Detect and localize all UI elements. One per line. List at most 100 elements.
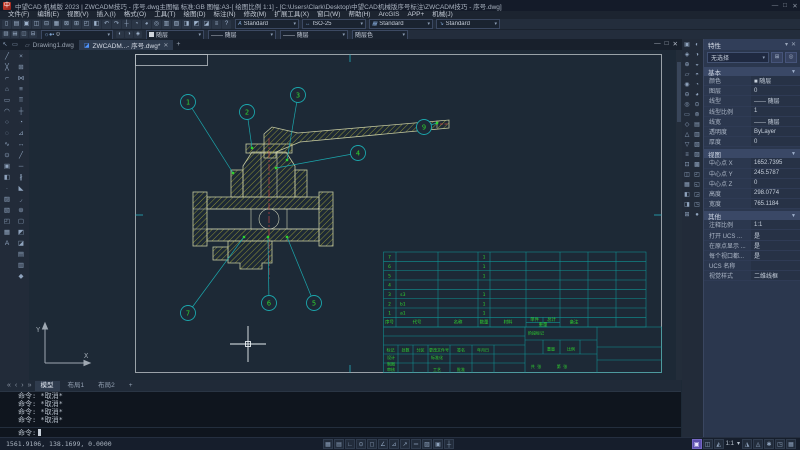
balloon-number[interactable]: 9 — [422, 124, 426, 132]
polyline-icon[interactable]: ⌐ — [2, 73, 13, 84]
paste-icon[interactable]: ◰ — [82, 20, 91, 29]
bom-item-no[interactable]: 3 — [388, 292, 391, 298]
bom-item-code[interactable]: a1 — [400, 311, 406, 317]
balloon-number[interactable]: 3 — [296, 92, 300, 100]
line-icon[interactable]: ╱ — [2, 51, 13, 62]
new-layout-button[interactable]: + — [123, 381, 139, 391]
bom-item-no[interactable]: 5 — [388, 273, 391, 279]
menu-item[interactable]: APP+ — [403, 11, 428, 19]
redo-icon[interactable]: ↷ — [112, 20, 121, 29]
snap-icon[interactable]: ▦ — [323, 439, 333, 449]
markup-icon[interactable]: ◪ — [202, 20, 211, 29]
menu-item[interactable]: 扩展工具(X) — [270, 11, 313, 19]
scale-value[interactable]: 1:1 — [725, 439, 735, 449]
property-row[interactable]: 图层0 — [704, 86, 800, 96]
linetype-dropdown[interactable]: —— 随层 ▾ — [208, 30, 276, 40]
markup-set-icon[interactable]: ◪ — [16, 238, 27, 249]
tab-layout1[interactable]: 布局1 — [62, 381, 91, 391]
hatch-panel-icon[interactable]: ▧ — [693, 140, 702, 150]
extend-icon[interactable]: ─ — [16, 161, 27, 172]
doc-close-button[interactable]: ✕ — [673, 40, 678, 48]
arc-icon[interactable]: ◠ — [2, 106, 13, 117]
menu-item[interactable]: 帮助(H) — [344, 11, 374, 19]
menu-item[interactable]: 编辑(E) — [33, 11, 63, 19]
object-track-icon[interactable]: ∠ — [378, 439, 388, 449]
lineweight-icon[interactable]: ═ — [411, 439, 421, 449]
mirror-icon[interactable]: ⋈ — [16, 73, 27, 84]
bom-item-qty[interactable]: 1 — [483, 255, 486, 261]
annotation-auto-icon[interactable]: ◬ — [753, 439, 763, 449]
render-icon[interactable]: ▥ — [16, 260, 27, 271]
bom-header[interactable]: 总计 — [547, 316, 556, 323]
layer-panel-icon[interactable]: ▤ — [693, 120, 702, 130]
bom-header[interactable]: 名称 — [454, 319, 463, 326]
title-block-label[interactable]: 签名 — [457, 347, 465, 353]
fill-panel-icon[interactable]: ▨ — [693, 150, 702, 160]
bom-header[interactable]: 单件 — [530, 316, 539, 323]
property-row[interactable]: 中心点 X1652.7395 — [704, 158, 800, 168]
close-icon[interactable]: ✕ — [788, 41, 796, 48]
balloon-number[interactable]: 2 — [245, 109, 249, 117]
property-row[interactable]: UCS 名称 — [704, 261, 800, 271]
stretch-icon[interactable]: ↔ — [16, 139, 27, 150]
menu-item[interactable]: 插入(I) — [93, 11, 120, 19]
explode-icon[interactable]: ⊛ — [16, 205, 27, 216]
sheet-set-icon[interactable]: ◩ — [16, 227, 27, 238]
named-views-icon[interactable]: ▤ — [16, 249, 27, 260]
property-row[interactable]: 打开 UCS ...是 — [704, 230, 800, 240]
hole-chart-icon[interactable]: ◎ — [683, 100, 692, 110]
properties-icon[interactable]: ▥ — [162, 20, 171, 29]
title-block-label[interactable]: 工艺 — [433, 367, 441, 372]
restore-button[interactable]: □ — [780, 2, 790, 9]
table-style-dropdown[interactable]: ▦ Standard ▾ — [369, 19, 433, 29]
symbol-up-icon[interactable]: △ — [683, 130, 692, 140]
break-icon[interactable]: ∦ — [16, 172, 27, 183]
plotstyle-dropdown[interactable]: 随层色 ▾ — [352, 30, 408, 40]
publish-icon[interactable]: ▦ — [52, 20, 61, 29]
plot-icon[interactable]: ◫ — [32, 20, 41, 29]
section-view[interactable]: 视图 ▼ — [704, 149, 800, 158]
annotation-visibility-icon[interactable]: ◮ — [742, 439, 752, 449]
zoom-realtime-icon[interactable]: ◔ — [132, 20, 141, 29]
clean-screen-icon[interactable]: ◳ — [775, 439, 785, 449]
layer-off-icon[interactable]: ⊟ — [29, 31, 37, 38]
title-block-label[interactable]: 标准化 — [431, 354, 443, 360]
corner-tr-icon[interactable]: ◳ — [693, 200, 702, 210]
prev-tab-arrow[interactable]: ‹ — [14, 382, 18, 389]
section-icon[interactable]: ◫ — [683, 170, 692, 180]
property-row[interactable]: 颜色■ 随层 — [704, 76, 800, 86]
previous-layer-icon[interactable]: ◑ — [125, 31, 133, 38]
bom-item-code[interactable]: b1 — [400, 301, 406, 307]
roughness-icon[interactable]: ▱ — [683, 70, 692, 80]
revcloud-icon[interactable]: ◌ — [2, 128, 13, 139]
scale-icon[interactable]: ⊿ — [16, 128, 27, 139]
text-style-dropdown[interactable]: A Standard ▾ — [235, 19, 299, 29]
make-current-layer-icon[interactable]: ◐ — [116, 31, 124, 38]
centerline-icon[interactable]: ⊖ — [683, 90, 692, 100]
title-block-label[interactable]: 第 张 — [557, 363, 567, 369]
bom-item-no[interactable]: 1 — [388, 311, 391, 317]
table-icon[interactable]: ▦ — [2, 227, 13, 238]
menu-item[interactable]: 视图(V) — [63, 11, 93, 19]
menu-item[interactable]: 格式(O) — [120, 11, 150, 19]
bom-item-no[interactable]: 7 — [388, 255, 391, 261]
trim-icon[interactable]: ╱ — [16, 150, 27, 161]
title-block-label[interactable]: 共 张 — [531, 363, 541, 369]
zoom-extents-icon[interactable]: ◐ — [693, 40, 702, 50]
shade-left-icon[interactable]: ◧ — [683, 190, 692, 200]
first-tab-arrow[interactable]: « — [6, 382, 12, 389]
layer-states-icon[interactable]: ▤ — [11, 31, 19, 38]
target-icon[interactable]: ⊚ — [693, 110, 702, 120]
menu-item[interactable]: 工具(T) — [150, 11, 179, 19]
workspace-gear-icon[interactable]: ✱ — [764, 439, 774, 449]
section-basic[interactable]: 基本 ▼ — [704, 67, 800, 76]
right-flange[interactable] — [319, 192, 333, 246]
close-button[interactable]: ✕ — [790, 2, 800, 10]
zoom-all-icon[interactable]: ◓ — [693, 70, 702, 80]
minimize-button[interactable]: — — [770, 2, 780, 9]
copy-clip-icon[interactable]: ⊞ — [72, 20, 81, 29]
valve-assembly[interactable] — [193, 120, 449, 269]
new-icon[interactable]: ▯ — [2, 20, 11, 29]
menu-item[interactable]: 修改(M) — [240, 11, 271, 19]
select-objects-button[interactable]: ◎ — [785, 52, 797, 63]
